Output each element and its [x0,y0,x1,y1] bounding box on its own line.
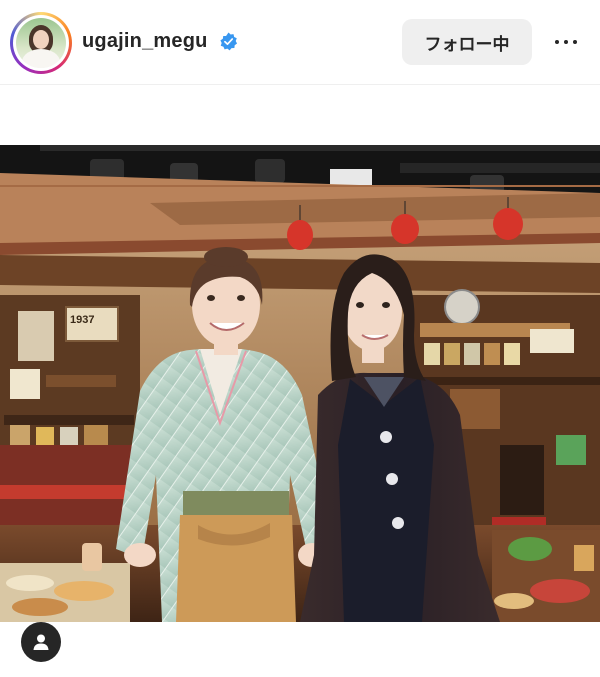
avatar-frame [13,15,69,71]
header-divider [0,84,600,85]
verified-badge-icon [220,32,238,51]
post-header: ugajin_megu フォロー中 [0,0,600,84]
left-shop-shelves: 1937 [0,295,140,525]
avatar-shoulders [22,49,60,68]
person-silhouette-icon [33,634,49,650]
more-dot [573,40,577,44]
following-button[interactable]: フォロー中 [402,19,532,65]
avatar-photo [16,18,66,68]
post-image[interactable]: 1937 [0,145,600,622]
user-tag-icon[interactable] [21,622,61,662]
post-photo-scene: 1937 [0,145,600,622]
shop-sign-text: 1937 [70,314,94,326]
username-link[interactable]: ugajin_megu [82,30,208,53]
more-options-icon[interactable] [546,26,586,58]
profile-avatar[interactable] [10,12,72,74]
more-dot [564,40,568,44]
avatar-face [33,30,49,49]
more-dot [555,40,559,44]
